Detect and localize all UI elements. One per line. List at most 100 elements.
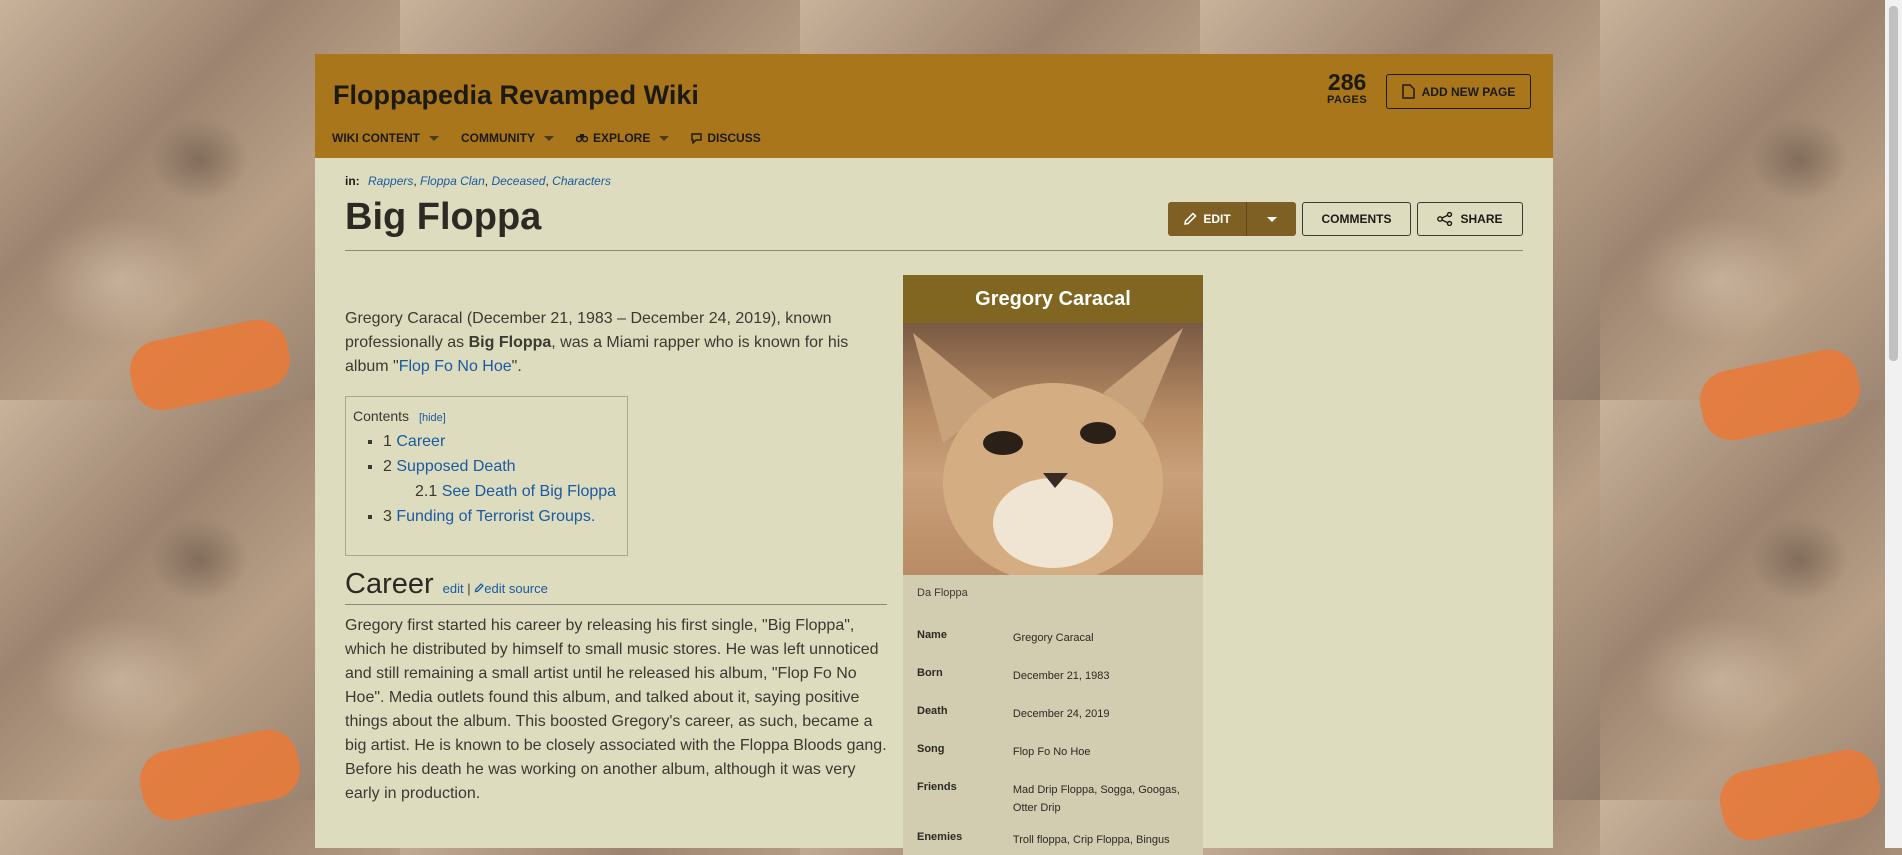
infobox-key: Enemies	[917, 831, 963, 843]
infobox-row: Name Gregory Caracal	[903, 629, 1203, 653]
pages-count-number: 286	[1327, 69, 1367, 95]
binoculars-icon	[576, 134, 588, 143]
share-button-label: SHARE	[1460, 212, 1503, 226]
background-patch	[1694, 344, 1866, 446]
infobox-caption: Da Floppa	[917, 587, 968, 599]
section-edit-separator: |	[467, 581, 471, 596]
wiki-title[interactable]: Floppapedia Revamped Wiki	[333, 80, 699, 111]
intro-bold-name: Big Floppa	[468, 334, 552, 351]
section-heading-text: Career	[345, 568, 434, 600]
edit-button[interactable]: EDIT	[1168, 202, 1246, 236]
infobox-key: Friends	[917, 781, 957, 793]
nav-wiki-content[interactable]: WIKI CONTENT	[332, 131, 439, 145]
toc-title: Contents	[353, 408, 410, 424]
infobox-key: Song	[917, 743, 945, 755]
section-edit-link[interactable]: edit	[443, 581, 464, 596]
section-edit-source-link[interactable]: edit source	[474, 581, 548, 596]
scrollbar-thumb[interactable]	[1889, 6, 1898, 361]
chevron-down-icon	[1266, 216, 1277, 222]
pencil-icon	[1184, 212, 1197, 225]
infobox: Gregory Caracal Da Floppa Name Gregory C…	[903, 275, 1203, 855]
toc-item-number: 2.1	[415, 483, 438, 500]
intro-paragraph: Gregory Caracal (December 21, 1983 – Dec…	[345, 307, 865, 379]
categories-prefix: in:	[345, 174, 360, 188]
background-patch	[1714, 744, 1886, 846]
section-edit-links: edit | edit source	[443, 581, 548, 596]
pencil-icon	[474, 583, 485, 593]
background-patch	[134, 724, 306, 826]
infobox-row: Enemies Troll floppa, Crip Floppa, Bingu…	[903, 831, 1203, 855]
toc-hide-link[interactable]: [hide]	[419, 412, 446, 424]
add-new-page-label: ADD NEW PAGE	[1421, 84, 1516, 99]
nav-discuss-label: DISCUSS	[707, 131, 761, 145]
album-link[interactable]: Flop Fo No Hoe	[399, 358, 512, 375]
background-patch	[124, 314, 296, 416]
infobox-key: Death	[917, 705, 948, 717]
toc-item-link[interactable]: Supposed Death	[396, 458, 515, 475]
toc-item-link[interactable]: Career	[396, 433, 445, 450]
toc-item: 1 Career	[383, 433, 620, 451]
career-section-heading: Career edit | edit source	[345, 568, 887, 605]
career-paragraph: Gregory first started his career by rele…	[345, 617, 887, 802]
chevron-down-icon	[659, 135, 670, 141]
nav-explore-label: EXPLORE	[593, 131, 651, 145]
section-edit-source-label: edit source	[484, 581, 548, 596]
nav-wiki-content-label: WIKI CONTENT	[332, 131, 420, 145]
toc-item-number: 1	[383, 433, 392, 450]
toc-header: Contents [hide]	[353, 408, 620, 424]
toc-list: 1 Career 2 Supposed Death 2.1 See Death …	[353, 433, 620, 526]
category-link[interactable]: Deceased	[491, 174, 545, 188]
edit-button-group: EDIT	[1168, 202, 1296, 236]
toc-item-link[interactable]: See Death of Big Floppa	[442, 483, 616, 500]
infobox-title: Gregory Caracal	[903, 275, 1203, 323]
wiki-header: Floppapedia Revamped Wiki WIKI CONTENT C…	[315, 54, 1553, 158]
page-scrollbar[interactable]	[1885, 0, 1902, 848]
comments-button[interactable]: COMMENTS	[1302, 202, 1411, 236]
toc-item-link[interactable]: Funding of Terrorist Groups.	[396, 508, 595, 525]
share-icon	[1437, 212, 1453, 226]
category-link[interactable]: Rappers	[368, 174, 413, 188]
add-new-page-button[interactable]: ADD NEW PAGE	[1386, 74, 1531, 109]
infobox-key: Name	[917, 629, 947, 641]
toc-item-number: 2	[383, 458, 392, 475]
nav-discuss[interactable]: DISCUSS	[691, 131, 761, 145]
infobox-row: Song Flop Fo No Hoe	[903, 743, 1203, 767]
toc-item-number: 3	[383, 508, 392, 525]
infobox-value: December 21, 1983	[1012, 670, 1110, 682]
intro-text: ".	[511, 358, 522, 375]
toc-item: 3 Funding of Terrorist Groups.	[383, 508, 620, 526]
toc-subitem: 2.1 See Death of Big Floppa	[415, 483, 620, 501]
categories-breadcrumb: in: Rappers, Floppa Clan, Deceased, Char…	[345, 174, 611, 188]
table-of-contents: Contents [hide] 1 Career 2 Supposed Deat…	[345, 396, 628, 556]
nav-explore[interactable]: EXPLORE	[576, 131, 670, 145]
toc-item: 2 Supposed Death	[383, 458, 620, 476]
chevron-down-icon	[544, 135, 554, 141]
comments-button-label: COMMENTS	[1321, 212, 1392, 226]
pages-count-label: PAGES	[1327, 94, 1368, 106]
nav-community-label: COMMUNITY	[461, 131, 535, 145]
infobox-value: Flop Fo No Hoe	[1012, 746, 1091, 758]
new-page-icon	[1401, 84, 1415, 99]
infobox-row: Born December 21, 1983	[903, 667, 1203, 691]
pages-counter: 286 PAGES	[1327, 70, 1367, 106]
infobox-value: December 24, 2019	[1012, 708, 1110, 720]
infobox-image[interactable]	[903, 323, 1203, 575]
category-link[interactable]: Floppa Clan	[420, 174, 485, 188]
edit-button-label: EDIT	[1203, 212, 1231, 226]
nav-community[interactable]: COMMUNITY	[461, 131, 554, 145]
infobox-row: Death December 24, 2019	[903, 705, 1203, 729]
infobox-row: Friends Mad Drip Floppa, Sogga, Googas, …	[903, 781, 1203, 817]
chevron-down-icon	[429, 135, 439, 141]
edit-dropdown-button[interactable]	[1246, 202, 1296, 236]
infobox-value: Gregory Caracal	[1012, 632, 1094, 644]
title-divider	[345, 250, 1523, 251]
category-link[interactable]: Characters	[552, 174, 611, 188]
page-title: Big Floppa	[345, 196, 542, 238]
wiki-page: Floppapedia Revamped Wiki WIKI CONTENT C…	[315, 54, 1553, 855]
wiki-nav: WIKI CONTENT COMMUNITY EXPLORE DISCUSS	[332, 131, 761, 145]
infobox-key: Born	[917, 667, 943, 679]
speech-bubble-icon	[691, 132, 703, 144]
infobox-value: Troll floppa, Crip Floppa, Bingus	[1012, 834, 1170, 846]
share-button[interactable]: SHARE	[1417, 202, 1523, 236]
caracal-portrait-icon	[913, 328, 1183, 575]
